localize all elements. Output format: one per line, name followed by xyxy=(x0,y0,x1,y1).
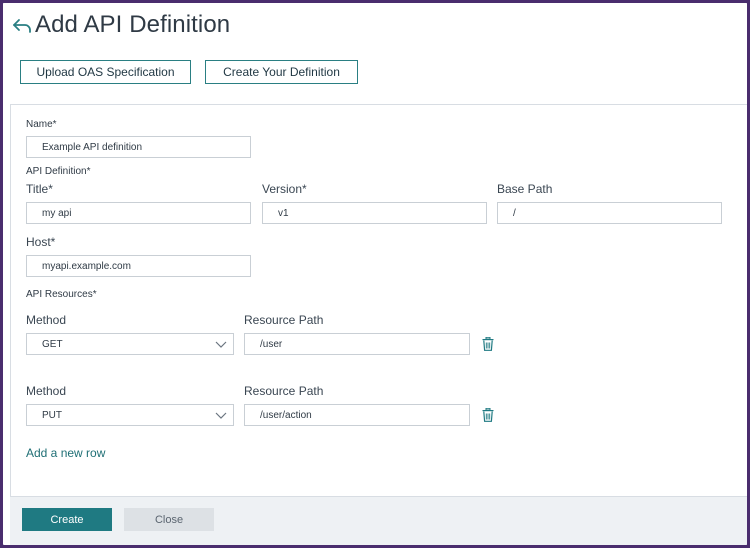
version-label: Version* xyxy=(262,182,307,196)
create-definition-button[interactable]: Create Your Definition xyxy=(205,60,358,84)
page-title: Add API Definition xyxy=(35,11,231,38)
close-button[interactable]: Close xyxy=(124,508,214,531)
footer: Create Close xyxy=(10,496,747,545)
dialog-frame: Add API Definition Upload OAS Specificat… xyxy=(3,3,747,545)
name-label: Name* xyxy=(26,119,57,130)
method-label: Method xyxy=(26,384,67,398)
trash-icon[interactable] xyxy=(482,408,494,422)
method-value: PUT xyxy=(42,409,62,421)
name-input[interactable] xyxy=(26,136,251,158)
method-select[interactable]: GET xyxy=(26,333,234,355)
base-path-input[interactable] xyxy=(497,202,722,224)
host-input[interactable] xyxy=(26,255,251,277)
trash-icon[interactable] xyxy=(482,337,494,351)
resource-path-input[interactable] xyxy=(244,404,470,426)
resource-path-label: Resource Path xyxy=(244,384,324,398)
form-panel: Name* API Definition* Title* Version* Ba… xyxy=(10,104,747,496)
header: Add API Definition Upload OAS Specificat… xyxy=(3,3,747,103)
api-definition-label: API Definition* xyxy=(26,166,91,177)
create-button[interactable]: Create xyxy=(22,508,112,531)
upload-oas-button[interactable]: Upload OAS Specification xyxy=(20,60,191,84)
version-input[interactable] xyxy=(262,202,487,224)
chevron-down-icon xyxy=(215,341,227,348)
method-select[interactable]: PUT xyxy=(26,404,234,426)
chevron-down-icon xyxy=(215,412,227,419)
back-arrow-icon[interactable] xyxy=(12,18,32,34)
api-resources-label: API Resources* xyxy=(26,289,97,300)
method-value: GET xyxy=(42,338,63,350)
host-label: Host* xyxy=(26,235,56,249)
resource-path-label: Resource Path xyxy=(244,313,324,327)
base-path-label: Base Path xyxy=(497,182,553,196)
add-row-link[interactable]: Add a new row xyxy=(26,446,105,460)
method-label: Method xyxy=(26,313,67,327)
resource-path-input[interactable] xyxy=(244,333,470,355)
title-label: Title* xyxy=(26,182,53,196)
title-input[interactable] xyxy=(26,202,251,224)
